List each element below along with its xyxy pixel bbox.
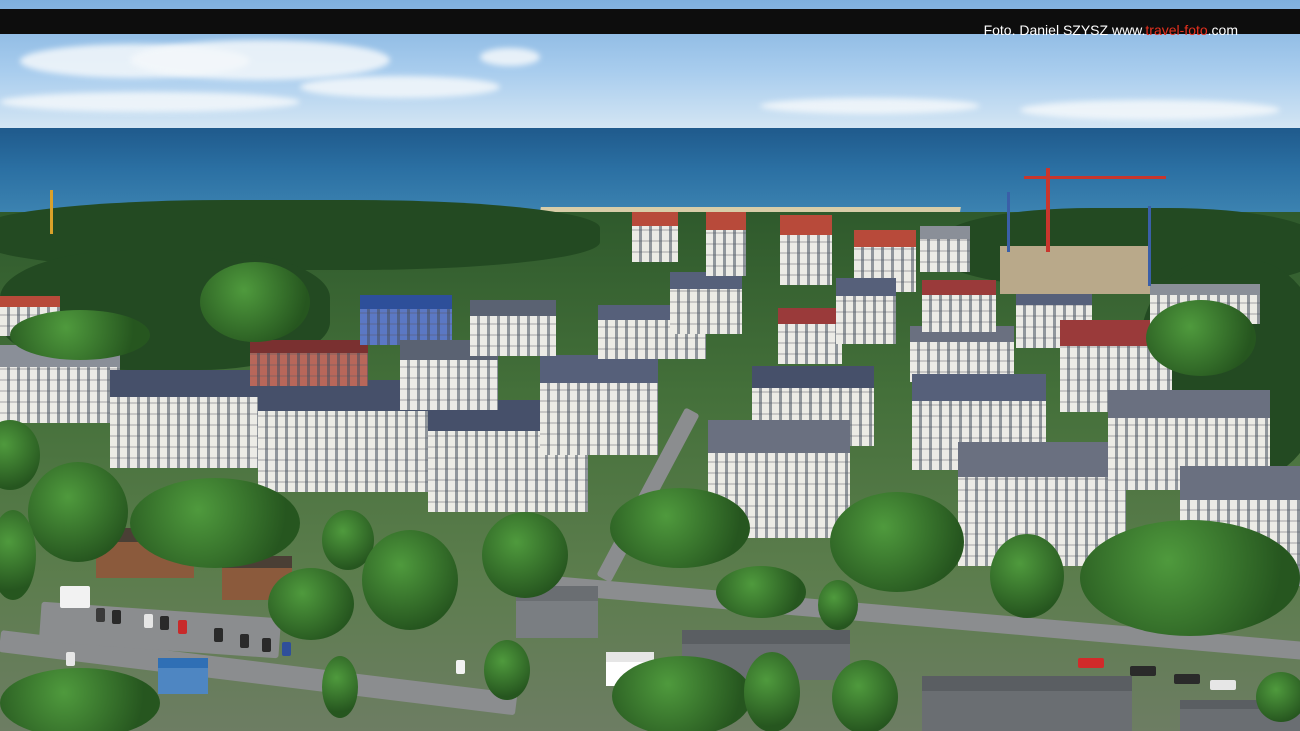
- cloud: [300, 76, 500, 98]
- car: [262, 638, 271, 652]
- building: [706, 212, 746, 276]
- tree: [200, 262, 310, 342]
- building: [836, 278, 896, 344]
- car: [240, 634, 249, 648]
- photo-credit-site: travel-foto: [1145, 22, 1208, 38]
- car: [1210, 680, 1236, 690]
- car: [60, 586, 90, 608]
- car: [112, 610, 121, 624]
- building: [470, 300, 556, 356]
- building: [780, 215, 832, 285]
- building: [922, 280, 996, 332]
- tree: [818, 580, 858, 630]
- car: [160, 616, 169, 630]
- building: [110, 370, 268, 468]
- building: [158, 658, 208, 694]
- tree: [484, 640, 530, 700]
- car: [1078, 658, 1104, 668]
- aerial-photo: [0, 0, 1300, 731]
- crane: [1007, 192, 1010, 252]
- cloud: [130, 40, 390, 80]
- crane: [1024, 176, 1166, 179]
- photo-credit: Foto. Daniel SZYSZ www.travel-foto.com: [984, 22, 1238, 39]
- tree: [744, 652, 800, 731]
- construction-site: [1000, 246, 1150, 294]
- tree: [610, 488, 750, 568]
- tree: [612, 656, 752, 731]
- cloud: [1020, 100, 1280, 120]
- crane: [50, 190, 53, 234]
- building: [360, 295, 452, 345]
- tree: [1080, 520, 1300, 636]
- car: [1174, 674, 1200, 684]
- car: [456, 660, 465, 674]
- tree: [10, 310, 150, 360]
- tree: [268, 568, 354, 640]
- photo-credit-prefix: Foto. Daniel SZYSZ www.: [983, 22, 1146, 38]
- tree: [0, 668, 160, 731]
- tree: [322, 656, 358, 718]
- car: [144, 614, 153, 628]
- car: [178, 620, 187, 634]
- building: [250, 340, 368, 386]
- tree: [130, 478, 300, 568]
- car: [96, 608, 105, 622]
- tree: [716, 566, 806, 618]
- photo-credit-bar: Foto. Daniel SZYSZ www.travel-foto.com: [0, 9, 1300, 38]
- tree: [990, 534, 1064, 618]
- tree: [1256, 672, 1300, 722]
- cloud: [760, 98, 980, 114]
- building: [540, 355, 658, 455]
- tree: [362, 530, 458, 630]
- building: [922, 676, 1132, 731]
- cloud: [480, 48, 540, 66]
- building: [778, 308, 842, 364]
- car: [66, 652, 75, 666]
- tree: [832, 660, 898, 731]
- car: [1130, 666, 1156, 676]
- tree: [28, 462, 128, 562]
- car: [214, 628, 223, 642]
- photo-credit-suffix: .com: [1207, 22, 1238, 38]
- car: [282, 642, 291, 656]
- crane: [1148, 206, 1151, 286]
- tree: [830, 492, 964, 592]
- crane: [1046, 168, 1050, 252]
- building: [670, 272, 742, 334]
- building: [632, 212, 678, 262]
- tree: [1146, 300, 1256, 376]
- tree: [482, 512, 568, 598]
- cloud: [0, 92, 300, 112]
- building: [920, 226, 970, 272]
